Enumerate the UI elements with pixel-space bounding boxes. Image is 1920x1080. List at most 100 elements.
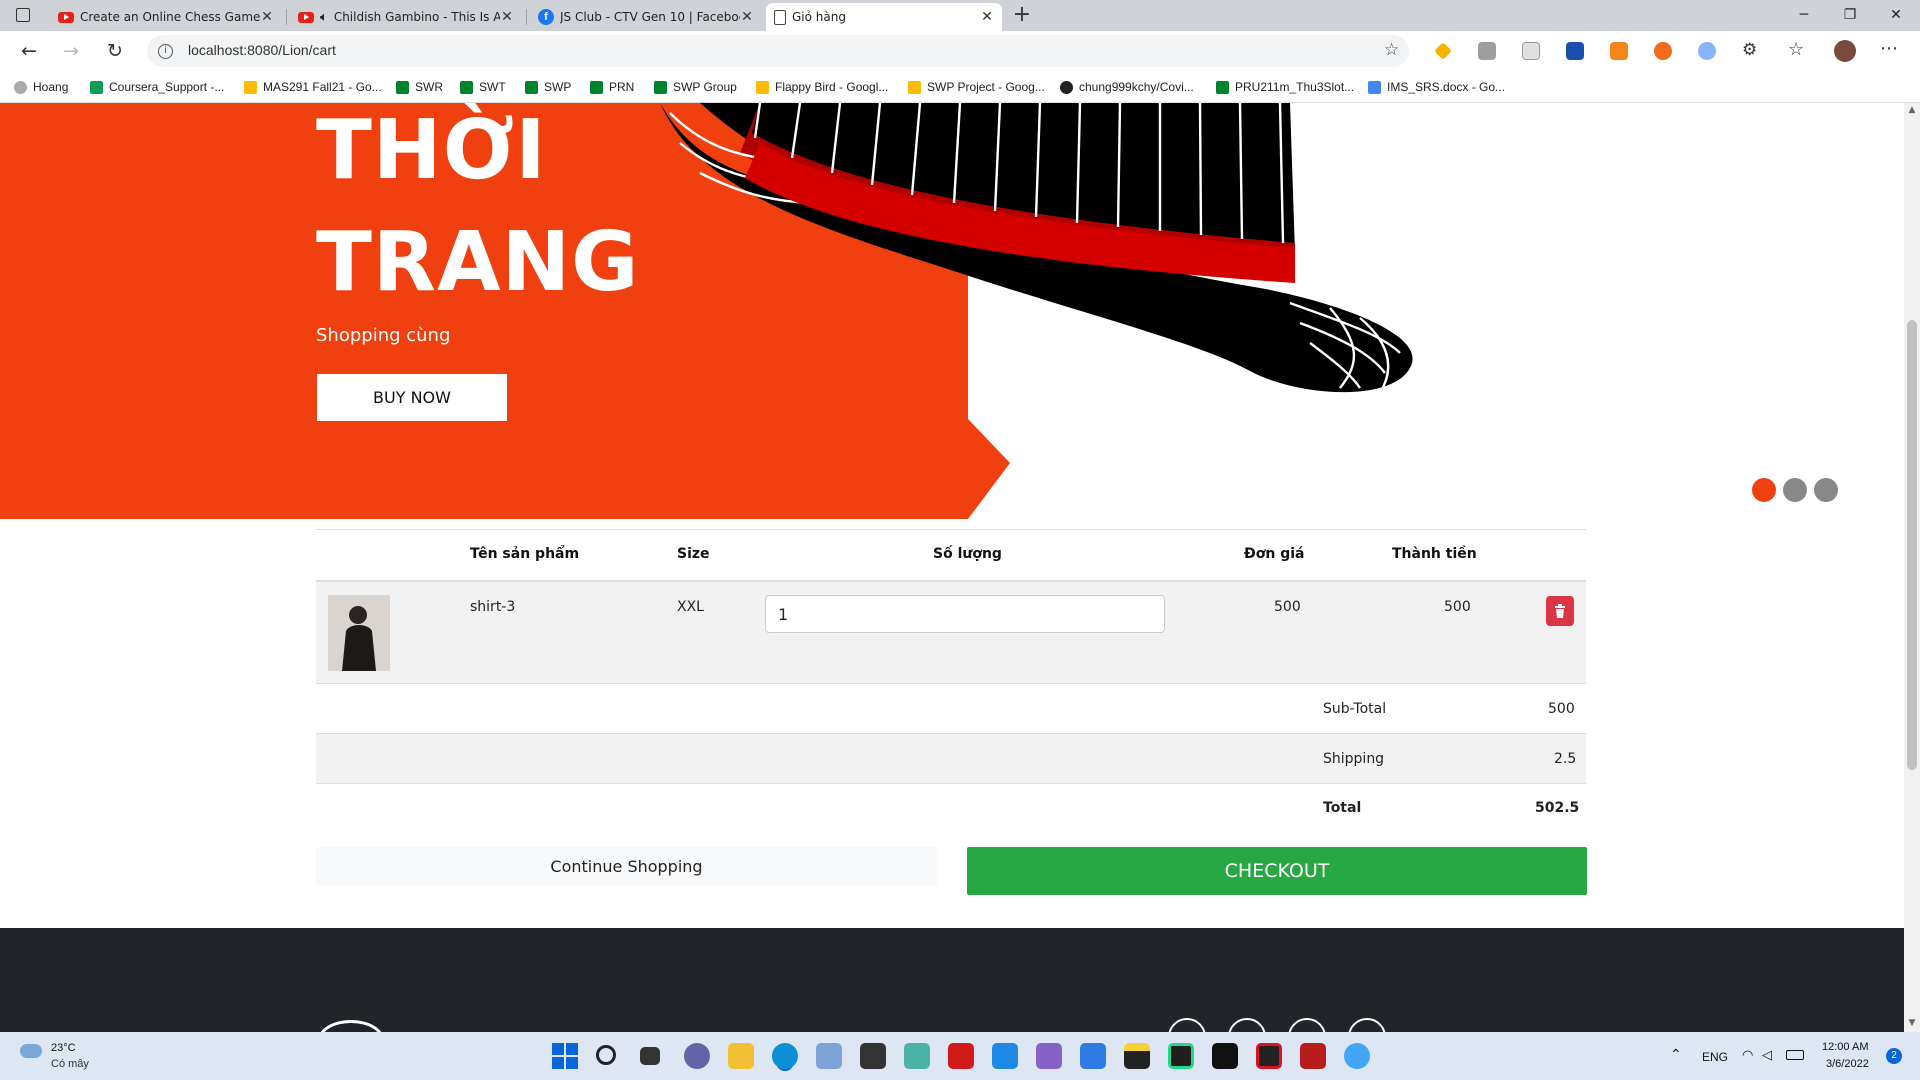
- language-indicator[interactable]: ENG: [1702, 1050, 1728, 1064]
- delete-item-button[interactable]: [1546, 596, 1574, 626]
- bookmark-ims-srs[interactable]: IMS_SRS.docx - Go...: [1368, 77, 1505, 97]
- social-icon[interactable]: [1228, 1018, 1266, 1032]
- bookmark-flappy-bird[interactable]: Flappy Bird - Googl...: [756, 77, 888, 97]
- metamask-icon[interactable]: [1610, 42, 1628, 60]
- app-icon[interactable]: [1256, 1043, 1282, 1069]
- edge-icon[interactable]: [772, 1043, 798, 1069]
- reload-button[interactable]: ↻: [100, 36, 130, 66]
- close-icon[interactable]: ✕: [740, 9, 754, 25]
- back-button[interactable]: ←: [14, 36, 44, 66]
- weather-desc[interactable]: Có mây: [51, 1058, 89, 1070]
- carousel-dot[interactable]: [1814, 478, 1838, 502]
- favorites-icon[interactable]: ☆: [1788, 39, 1804, 60]
- window-close-button[interactable]: ✕: [1874, 0, 1918, 31]
- tab-js-club[interactable]: f JS Club - CTV Gen 10 | Facebook ✕: [530, 3, 762, 31]
- continue-shopping-button[interactable]: Continue Shopping: [316, 847, 937, 886]
- bookmark-pru211m[interactable]: PRU211m_Thu3Slot...: [1216, 77, 1354, 97]
- favorite-add-icon[interactable]: ☆: [1384, 40, 1399, 60]
- extension-icon[interactable]: [1566, 42, 1584, 60]
- bookmark-coursera[interactable]: Coursera_Support -...: [90, 77, 224, 97]
- notification-badge[interactable]: 2: [1886, 1048, 1902, 1064]
- task-view-icon[interactable]: [640, 1047, 660, 1065]
- extension-icon[interactable]: [1478, 42, 1496, 60]
- social-icon[interactable]: [1348, 1018, 1386, 1032]
- vscode-icon[interactable]: [992, 1043, 1018, 1069]
- app-icon[interactable]: [948, 1043, 974, 1069]
- bookmark-swp-group[interactable]: SWP Group: [654, 77, 737, 97]
- product-thumbnail[interactable]: [328, 595, 390, 671]
- buy-now-button[interactable]: BUY NOW: [317, 374, 507, 421]
- restore-button[interactable]: ❐: [1828, 0, 1872, 31]
- app-icon[interactable]: [1344, 1043, 1370, 1069]
- app-icon[interactable]: [1300, 1043, 1326, 1069]
- file-explorer-icon[interactable]: [728, 1043, 754, 1069]
- weather-temp[interactable]: 23°C: [51, 1042, 76, 1054]
- sticky-notes-icon[interactable]: [1124, 1043, 1150, 1069]
- col-header-size: Size: [677, 546, 710, 562]
- pycharm-icon[interactable]: [1168, 1043, 1194, 1069]
- docs-icon: [1368, 80, 1381, 94]
- extensions-icon[interactable]: ⚙: [1742, 40, 1757, 60]
- page-icon: [774, 9, 786, 25]
- minimize-button[interactable]: ─: [1782, 0, 1826, 31]
- close-icon[interactable]: ✕: [260, 9, 274, 25]
- bookmark-swt[interactable]: SWT: [460, 77, 506, 97]
- tab-chess[interactable]: Create an Online Chess Game ✕: [50, 3, 282, 31]
- battery-icon[interactable]: [1786, 1050, 1804, 1060]
- new-tab-button[interactable]: +: [1010, 3, 1034, 27]
- bookmark-swp-project[interactable]: SWP Project - Goog...: [908, 77, 1045, 97]
- visual-studio-icon[interactable]: [1036, 1043, 1062, 1069]
- start-icon[interactable]: [552, 1043, 578, 1069]
- bookmark-prn[interactable]: PRN: [590, 77, 634, 97]
- forward-button[interactable]: →: [56, 36, 86, 66]
- social-icon[interactable]: [1288, 1018, 1326, 1032]
- bookmark-swp[interactable]: SWP: [525, 77, 571, 97]
- tab-childish-gambino[interactable]: 🔈︎ Childish Gambino - This Is A ✕: [290, 3, 522, 31]
- weather-icon[interactable]: [20, 1044, 42, 1058]
- unity-hub-icon[interactable]: [1212, 1043, 1238, 1069]
- meet-icon: [525, 80, 538, 94]
- scroll-down-icon[interactable]: ▼: [1906, 1018, 1918, 1030]
- volume-icon[interactable]: ◁: [1762, 1047, 1772, 1063]
- more-icon[interactable]: ⋯: [1880, 38, 1898, 59]
- hero-graphic: [0, 103, 1413, 519]
- bookmark-swr[interactable]: SWR: [396, 77, 443, 97]
- tab-actions-icon[interactable]: [16, 8, 30, 22]
- scroll-up-icon[interactable]: ▲: [1906, 105, 1918, 117]
- checkout-button[interactable]: CHECKOUT: [967, 847, 1587, 895]
- scrollbar-thumb[interactable]: [1907, 320, 1917, 770]
- speaker-icon[interactable]: 🔈︎: [320, 10, 328, 25]
- item-total: 500: [1444, 599, 1471, 615]
- app-icon[interactable]: [816, 1043, 842, 1069]
- carousel-dot-active[interactable]: [1752, 478, 1776, 502]
- extension-icon[interactable]: [1522, 42, 1540, 60]
- youtube-icon: [58, 11, 74, 23]
- wifi-icon[interactable]: ◠: [1742, 1047, 1753, 1063]
- show-hidden-icon[interactable]: ⌃: [1670, 1046, 1682, 1063]
- bookmark-github[interactable]: chung999kchy/Covi...: [1060, 77, 1194, 97]
- extension-icon[interactable]: [1654, 42, 1672, 60]
- bookmark-hoang[interactable]: Hoang: [14, 77, 68, 97]
- clock-time[interactable]: 12:00 AM: [1822, 1041, 1868, 1053]
- teams-chat-icon[interactable]: [684, 1043, 710, 1069]
- tab-gio-hang[interactable]: Giỏ hàng ✕: [766, 3, 1002, 31]
- quantity-input[interactable]: [765, 595, 1165, 633]
- carousel-dot[interactable]: [1783, 478, 1807, 502]
- item-name[interactable]: shirt-3: [470, 599, 515, 615]
- clock-date[interactable]: 3/6/2022: [1826, 1058, 1869, 1070]
- close-icon[interactable]: ✕: [980, 9, 994, 25]
- app-icon[interactable]: [904, 1043, 930, 1069]
- search-icon[interactable]: [596, 1045, 616, 1065]
- extension-icon[interactable]: [1698, 42, 1716, 60]
- todo-icon[interactable]: [1080, 1043, 1106, 1069]
- close-icon[interactable]: ✕: [500, 9, 514, 25]
- info-icon[interactable]: i: [158, 44, 173, 59]
- address-bar[interactable]: [147, 35, 1409, 67]
- url-text[interactable]: localhost:8080/Lion/cart: [188, 42, 336, 58]
- social-icon[interactable]: [1168, 1018, 1206, 1032]
- subtotal-value: 500: [1548, 701, 1575, 717]
- avatar[interactable]: [1834, 40, 1856, 62]
- bookmark-mas291[interactable]: MAS291 Fall21 - Go...: [244, 77, 382, 97]
- unity-icon[interactable]: [860, 1043, 886, 1069]
- col-header-price: Đơn giá: [1244, 546, 1305, 562]
